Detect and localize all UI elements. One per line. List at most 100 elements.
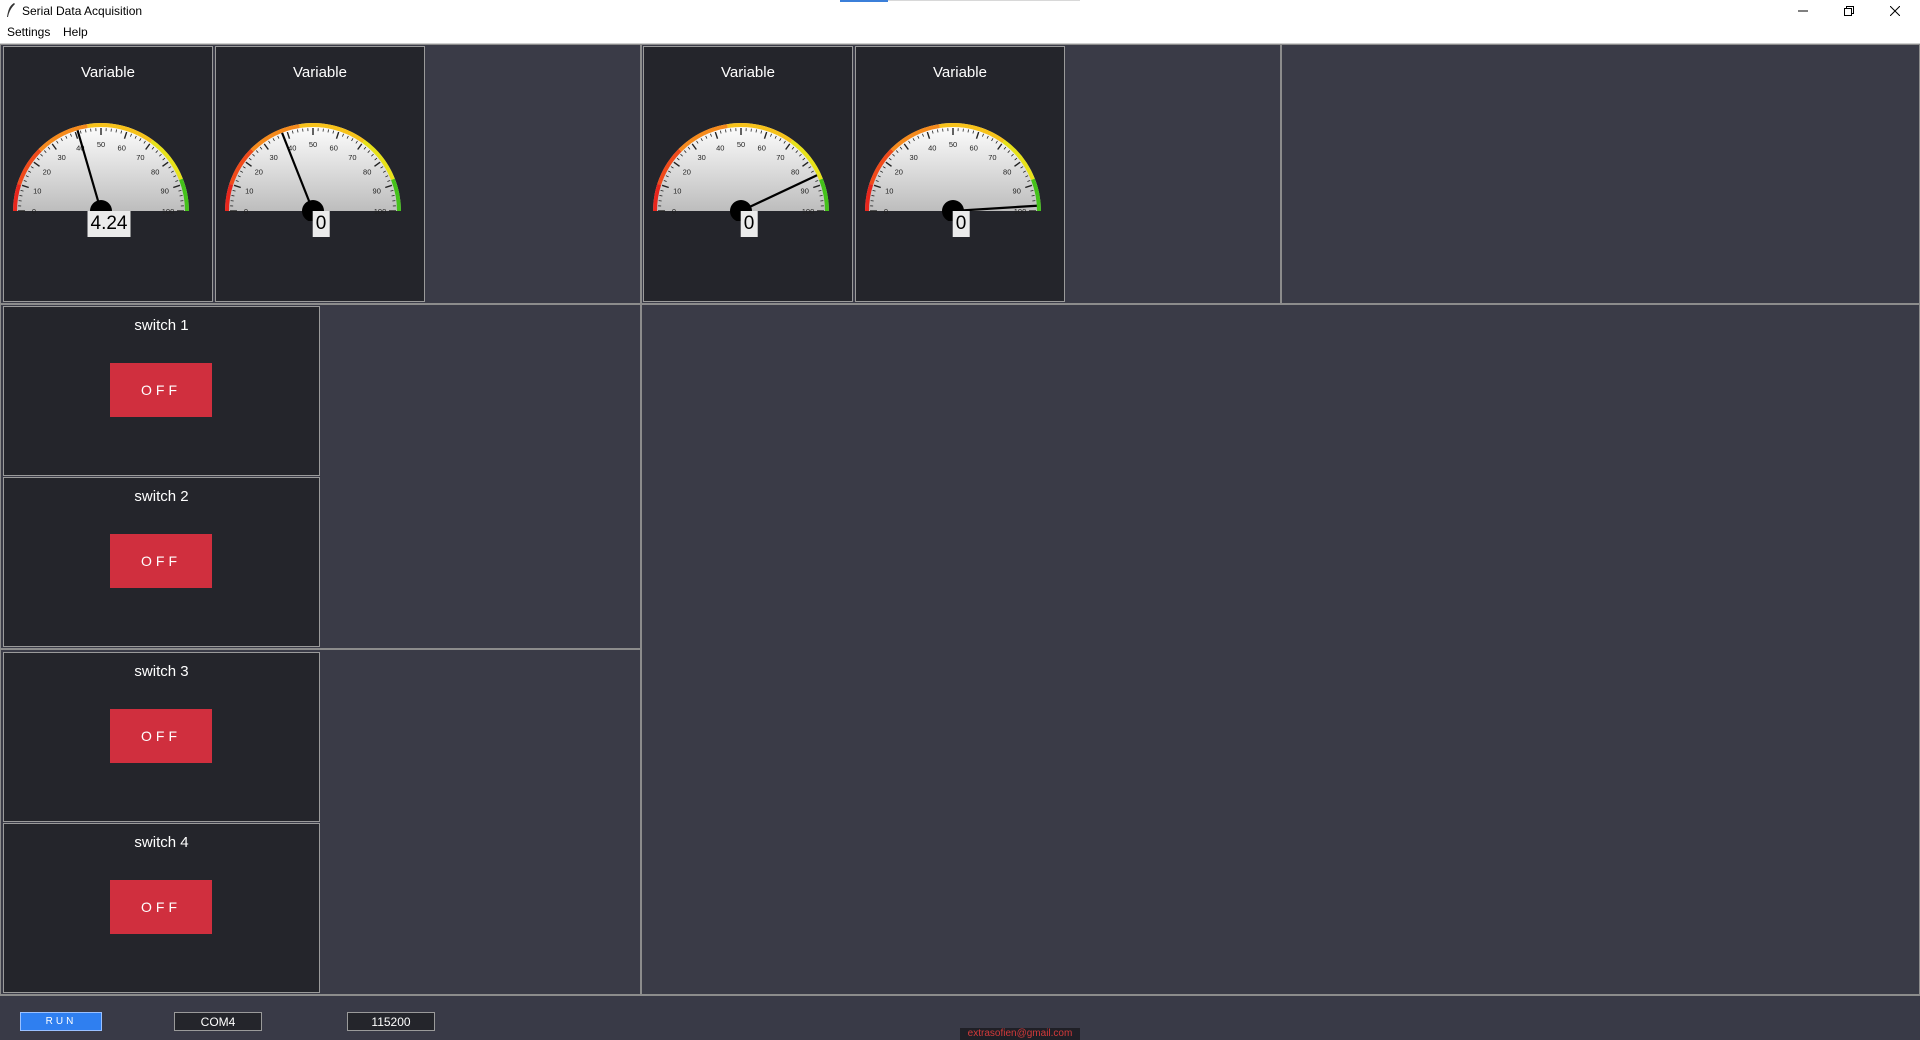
switch-card: switch 3 OFF [3,652,320,822]
gauge-title: Variable [4,64,212,81]
gauge-tick-label: 100 [802,207,815,216]
gauge-card: Variable 0102030405060708090100 0 [215,46,425,302]
gauge-tick-label: 80 [151,168,159,177]
switch-title: switch 1 [4,317,319,334]
gauge-tick [871,195,874,196]
menu-help[interactable]: Help [63,25,88,39]
gauge-tick [19,195,22,196]
restore-button[interactable] [1826,0,1872,22]
gauge-tick-label: 20 [43,168,51,177]
gauge-tick-label: 0 [244,207,248,216]
gauge-card: Variable 0102030405060708090100 0 [643,46,853,302]
gauge-title: Variable [856,64,1064,81]
gauge-tick-label: 0 [672,207,676,216]
gauge-tick-label: 20 [895,168,903,177]
gauge-tick-label: 50 [737,140,745,149]
port-field[interactable]: COM4 [174,1012,262,1031]
switch-4-toggle[interactable]: OFF [110,880,212,934]
gauge-tick-label: 30 [909,153,917,162]
switch-title: switch 4 [4,834,319,851]
gauge-tick-label: 0 [884,207,888,216]
gauge-tick-label: 30 [57,153,65,162]
gauge-tick [392,195,395,196]
gauge-tick-label: 50 [949,140,957,149]
gauge-dial: 0102030405060708090100 [12,121,206,221]
gauge-tick-label: 70 [136,153,144,162]
gauge-tick-label: 60 [970,143,978,152]
gauge-tick-label: 90 [161,186,169,195]
gauge-tick-label: 50 [97,140,105,149]
gauge-tick-label: 10 [245,186,253,195]
gauge-tick-label: 90 [373,186,381,195]
gauge-dial: 0 1020 30 40 50 60 70 8090 100 [864,121,1058,221]
feather-icon [6,3,16,17]
close-button[interactable] [1872,0,1918,22]
gauge-card: Variable 0102030405060708090100 4.24 [3,46,213,302]
gauge-tick-label: 50 [309,140,317,149]
gauge-value: 4.24 [88,211,131,237]
gauge-tick-label: 90 [1013,186,1021,195]
switch-title: switch 2 [4,488,319,505]
restore-icon [1844,6,1854,16]
switch-card: switch 1 OFF [3,306,320,476]
gauge-tick-label: 80 [363,168,371,177]
gauge-tick-label: 100 [1014,207,1027,216]
switch-title: switch 3 [4,663,319,680]
gauge-tick-label: 70 [348,153,356,162]
minimize-button[interactable] [1780,0,1826,22]
main-panel [641,304,1920,995]
menu-bar: Settings Help [0,22,1920,44]
gauge-tick [180,195,183,196]
author-email: extrasofien@gmail.com [960,1028,1080,1040]
gauge-tick-label: 70 [776,153,784,162]
gauge-tick-label: 70 [988,153,996,162]
gauge-tick-label: 30 [697,153,705,162]
gauge-face [653,123,829,211]
gauge-tick [328,129,329,132]
gauge-tick-label: 90 [801,186,809,195]
gauge-value: 0 [741,211,758,237]
gauge-tick-label: 60 [758,143,766,152]
switch-1-toggle[interactable]: OFF [110,363,212,417]
taskbar-accent [840,0,888,2]
switch-2-toggle[interactable]: OFF [110,534,212,588]
gauge-tick-label: 80 [1003,168,1011,177]
gauge-panel-right [1281,44,1920,304]
gauge-tick [725,129,726,132]
switch-3-toggle[interactable]: OFF [110,709,212,763]
gauge-title: Variable [216,64,424,81]
gauge-tick [756,129,757,132]
switch-card: switch 4 OFF [3,823,320,993]
taskbar-accent-line [888,0,1080,1]
gauge-tick-label: 10 [885,186,893,195]
minimize-icon [1798,6,1808,16]
gauge-tick-label: 30 [269,153,277,162]
gauge-tick-label: 20 [683,168,691,177]
status-bar: RUN COM4 115200 extrasofien@gmail.com [0,995,1920,1039]
gauge-tick-label: 10 [33,186,41,195]
gauge-tick [231,195,234,196]
gauge-tick [968,129,969,132]
gauge-tick-label: 100 [374,207,387,216]
gauge-tick-label: 0 [32,207,36,216]
gauge-value: 0 [313,211,330,237]
menu-settings[interactable]: Settings [7,25,50,39]
gauge-tick-label: 100 [162,207,175,216]
gauge-face [225,123,401,211]
gauge-tick-label: 10 [673,186,681,195]
window-title: Serial Data Acquisition [22,4,142,18]
gauge-card: Variable 0 1020 30 40 50 60 70 8090 100 0 [855,46,1065,302]
run-button[interactable]: RUN [20,1012,102,1031]
gauge-tick [85,129,86,132]
gauge-tick-label: 20 [255,168,263,177]
switch-card: switch 2 OFF [3,477,320,647]
close-icon [1890,6,1900,16]
gauge-tick-label: 80 [791,168,799,177]
gauge-tick-label: 40 [928,143,936,152]
gauge-tick [820,195,823,196]
baud-field[interactable]: 115200 [347,1012,435,1031]
gauge-tick [937,129,938,132]
title-bar: Serial Data Acquisition [0,0,1920,22]
gauge-face [865,123,1041,211]
gauge-tick-label: 60 [118,143,126,152]
